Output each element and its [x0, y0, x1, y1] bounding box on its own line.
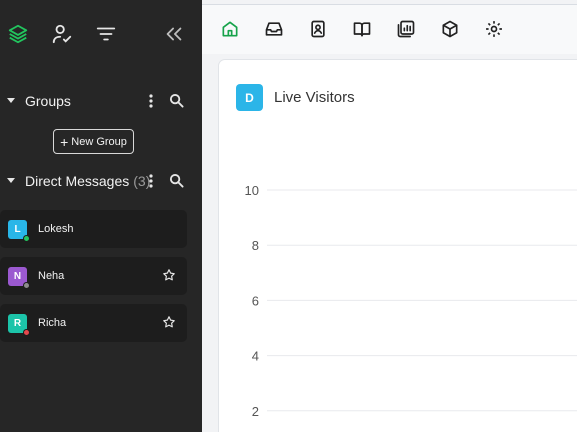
- home-icon[interactable]: [219, 18, 241, 40]
- more-vertical-icon[interactable]: [144, 173, 158, 189]
- y-tick-label: 2: [252, 404, 259, 419]
- dm-item-lokesh[interactable]: L Lokesh: [0, 210, 187, 248]
- collapse-double-chevron-icon[interactable]: [162, 22, 186, 46]
- presence-indicator: [23, 282, 30, 289]
- y-tick-label: 6: [252, 293, 259, 308]
- direct-messages-label: Direct Messages: [25, 173, 130, 189]
- inbox-icon[interactable]: [263, 18, 285, 40]
- y-tick-label: 4: [252, 349, 259, 364]
- search-icon[interactable]: [169, 93, 184, 108]
- star-icon[interactable]: [162, 268, 176, 282]
- sidebar-toolbar: [0, 0, 202, 68]
- search-icon[interactable]: [169, 173, 184, 188]
- dm-item-neha[interactable]: N Neha: [0, 257, 187, 295]
- groups-section-header[interactable]: Groups: [0, 89, 202, 113]
- live-visitors-card: D Live Visitors 10 8 6 4 2: [218, 59, 577, 432]
- presence-indicator: [23, 329, 30, 336]
- direct-messages-section-header[interactable]: Direct Messages (3): [0, 169, 202, 193]
- plus-icon: +: [60, 133, 69, 150]
- book-icon[interactable]: [351, 18, 373, 40]
- star-icon[interactable]: [162, 315, 176, 329]
- layers-icon[interactable]: [6, 22, 30, 46]
- groups-title: Groups: [25, 93, 71, 109]
- reports-icon[interactable]: [395, 18, 417, 40]
- y-tick-label: 10: [245, 183, 259, 198]
- filter-icon[interactable]: [94, 22, 118, 46]
- sidebar: Groups + New Group Direct Messages (3) L …: [0, 0, 202, 432]
- app-tab-bar: [202, 4, 577, 54]
- live-visitors-chart: 10 8 6 4 2: [245, 183, 577, 419]
- dm-name: Richa: [38, 317, 67, 329]
- caret-down-icon[interactable]: [6, 175, 16, 185]
- new-group-label: New Group: [71, 135, 127, 148]
- direct-messages-title: Direct Messages (3): [25, 173, 150, 189]
- dm-name: Neha: [38, 270, 65, 282]
- new-group-button[interactable]: + New Group: [53, 129, 134, 154]
- more-vertical-icon[interactable]: [144, 93, 158, 109]
- package-icon[interactable]: [439, 18, 461, 40]
- caret-down-icon[interactable]: [6, 95, 16, 105]
- presence-indicator: [23, 235, 30, 242]
- y-tick-label: 8: [252, 238, 259, 253]
- dm-item-richa[interactable]: R Richa: [0, 304, 187, 342]
- dm-name: Lokesh: [38, 223, 74, 235]
- user-check-icon[interactable]: [50, 22, 74, 46]
- contacts-icon[interactable]: [307, 18, 329, 40]
- settings-icon[interactable]: [483, 18, 505, 40]
- main-panel: D Live Visitors 10 8 6 4 2: [202, 0, 577, 432]
